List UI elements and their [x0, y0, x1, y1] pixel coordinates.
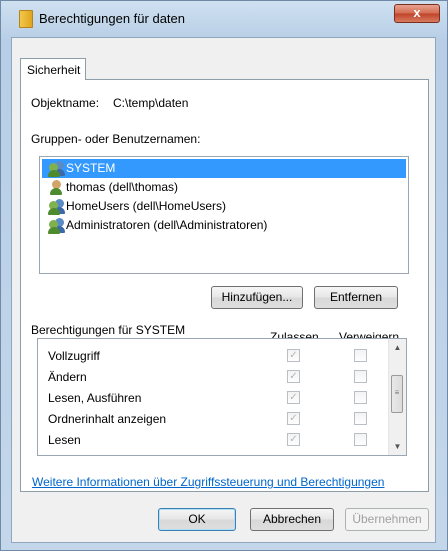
- object-name-value: C:\temp\daten: [113, 96, 189, 110]
- allow-checkbox[interactable]: ✓: [287, 349, 300, 362]
- add-button[interactable]: Hinzufügen...: [211, 286, 303, 309]
- permissions-header: Berechtigungen für SYSTEM: [31, 323, 186, 337]
- dialog-window: Berechtigungen für daten x Sicherheit Ob…: [0, 0, 448, 551]
- info-link[interactable]: Weitere Informationen über Zugriffssteue…: [32, 475, 384, 489]
- apply-button[interactable]: Übernehmen: [345, 508, 429, 531]
- permission-label: Ordnerinhalt anzeigen: [48, 412, 167, 426]
- list-item[interactable]: HomeUsers (dell\HomeUsers): [42, 197, 406, 216]
- group-icon: [48, 199, 65, 215]
- user-icon: [48, 180, 64, 195]
- permissions-list[interactable]: ▲ ≡ ▼ Vollzugriff ✓ Ändern ✓ Lesen, Ausführe…: [37, 338, 407, 456]
- ok-button[interactable]: OK: [158, 508, 236, 531]
- permission-row: Ändern ✓: [38, 366, 388, 388]
- window-title: Berechtigungen für daten: [39, 11, 185, 26]
- list-item[interactable]: thomas (dell\thomas): [42, 178, 406, 197]
- list-item[interactable]: SYSTEM: [42, 159, 406, 178]
- permission-label: Vollzugriff: [48, 349, 100, 363]
- list-item-label: thomas (dell\thomas): [66, 180, 179, 194]
- folder-icon: [19, 10, 33, 28]
- group-icon: [48, 218, 65, 234]
- permissions-scrollbar[interactable]: ▲ ≡ ▼: [388, 339, 406, 455]
- allow-checkbox[interactable]: ✓: [287, 412, 300, 425]
- groups-listbox[interactable]: SYSTEM thomas (dell\thomas) HomeUsers (del…: [39, 156, 409, 274]
- permission-row: Vollzugriff ✓: [38, 345, 388, 367]
- permission-row: Lesen, Ausführen ✓: [38, 387, 388, 409]
- object-name-label: Objektname:: [31, 96, 100, 110]
- deny-checkbox[interactable]: [354, 349, 367, 362]
- permission-row: Ordnerinhalt anzeigen ✓: [38, 408, 388, 430]
- allow-checkbox[interactable]: ✓: [287, 370, 300, 383]
- list-item-label: HomeUsers (dell\HomeUsers): [66, 199, 227, 213]
- deny-checkbox[interactable]: [354, 412, 367, 425]
- group-icon: [48, 161, 65, 177]
- allow-checkbox[interactable]: ✓: [287, 391, 300, 404]
- permission-label: Ändern: [48, 370, 87, 384]
- close-button[interactable]: x: [394, 4, 440, 23]
- list-item-label: Administratoren (dell\Administratoren): [66, 218, 268, 232]
- deny-checkbox[interactable]: [354, 391, 367, 404]
- deny-checkbox[interactable]: [354, 370, 367, 383]
- permission-label: Lesen, Ausführen: [48, 391, 142, 405]
- cancel-button[interactable]: Abbrechen: [250, 508, 334, 531]
- list-item-label: SYSTEM: [66, 161, 116, 175]
- scroll-thumb[interactable]: ≡: [391, 375, 403, 413]
- scroll-up-icon[interactable]: ▲: [389, 339, 406, 356]
- permission-row: Lesen ✓: [38, 429, 388, 451]
- allow-checkbox[interactable]: ✓: [287, 433, 300, 446]
- dialog-client-area: Sicherheit Objektname: C:\temp\daten Gru…: [11, 37, 436, 543]
- permission-label: Lesen: [48, 433, 81, 447]
- tab-sicherheit[interactable]: Sicherheit: [20, 58, 86, 80]
- scroll-down-icon[interactable]: ▼: [389, 438, 406, 455]
- remove-button[interactable]: Entfernen: [314, 286, 398, 309]
- title-bar[interactable]: Berechtigungen für daten x: [1, 1, 447, 33]
- groups-label: Gruppen- oder Benutzernamen:: [31, 132, 201, 146]
- deny-checkbox[interactable]: [354, 433, 367, 446]
- list-item[interactable]: Administratoren (dell\Administratoren): [42, 216, 406, 235]
